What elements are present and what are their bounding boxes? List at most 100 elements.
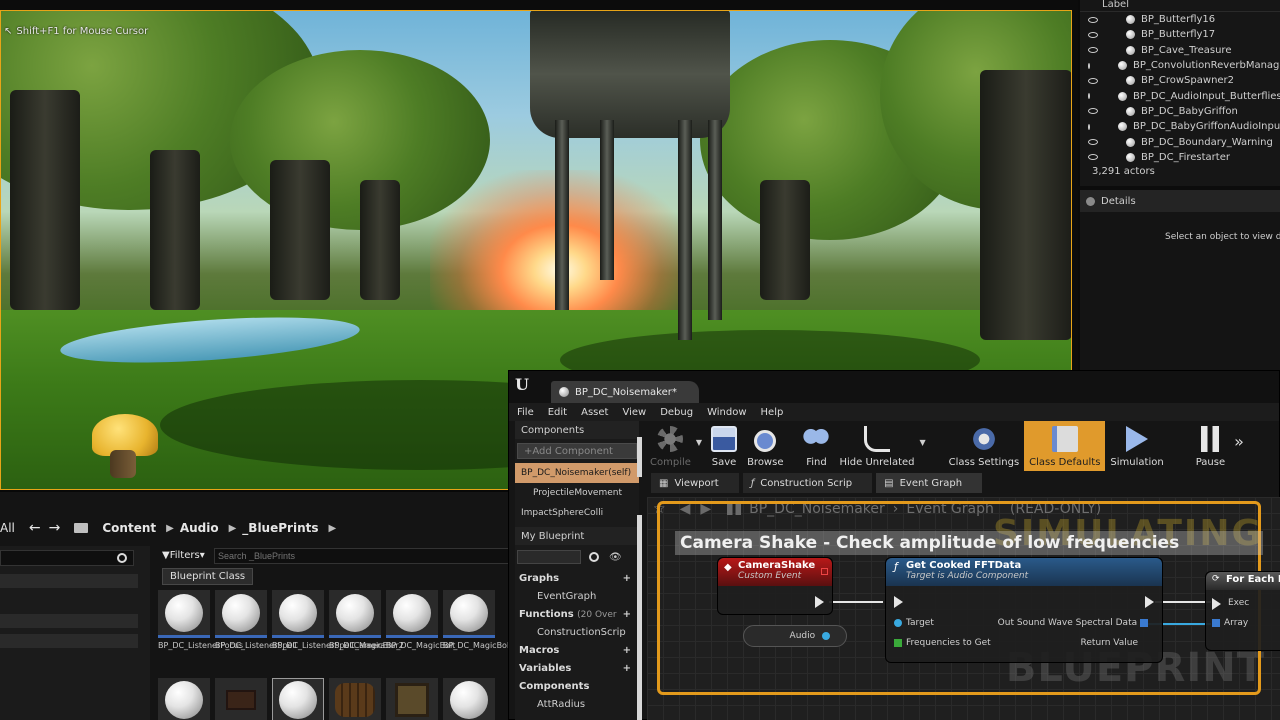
eye-icon[interactable] xyxy=(1088,77,1098,84)
toolbar-overflow-icon[interactable]: » xyxy=(1234,432,1244,451)
asset-tile[interactable]: BP_DC_MagicBolt xyxy=(386,590,455,680)
chevron-down-icon[interactable]: ▼ xyxy=(696,438,702,447)
variables-category[interactable]: Variables + xyxy=(515,659,639,677)
folder-row[interactable] xyxy=(0,614,138,628)
actor-row[interactable]: BP_Cave_Treasure xyxy=(1080,43,1280,58)
chevron-right-icon[interactable]: ▶ xyxy=(229,523,237,534)
functions-category[interactable]: Functions (20 Over + xyxy=(515,605,639,623)
event-graph-canvas[interactable]: SIMULATING BLUEPRINT ☆ ◀ ▶ BP_DC_Noisema… xyxy=(647,497,1280,720)
menu-item-debug[interactable]: Debug xyxy=(660,407,693,418)
menu-item-view[interactable]: View xyxy=(622,407,646,418)
folder-row[interactable] xyxy=(0,574,138,588)
delegate-pin-icon[interactable] xyxy=(821,568,828,575)
menu-item-file[interactable]: File xyxy=(517,407,534,418)
outliner-label-column[interactable]: Label xyxy=(1080,0,1280,12)
eye-icon[interactable] xyxy=(1088,154,1098,161)
my-blueprint-search[interactable]: 👁 xyxy=(517,549,637,565)
frequencies-pin[interactable]: Frequencies to Get xyxy=(894,638,991,648)
browse-button[interactable]: Browse xyxy=(742,421,788,471)
exec-input-pin[interactable] xyxy=(1212,598,1221,610)
tab-event-graph[interactable]: ▤ Event Graph xyxy=(876,473,983,493)
graphs-category[interactable]: Graphs + xyxy=(515,569,639,587)
find-button[interactable]: Find xyxy=(798,421,834,471)
asset-tile[interactable] xyxy=(443,678,495,720)
crumb-content[interactable]: Content xyxy=(102,521,156,535)
eye-icon[interactable] xyxy=(1088,93,1090,100)
chevron-right-icon[interactable]: ▶ xyxy=(329,523,337,534)
array-pin[interactable]: Array xyxy=(1212,618,1248,628)
add-icon[interactable]: + xyxy=(623,573,631,584)
component-item[interactable]: ProjectileMovement xyxy=(515,483,639,503)
asset-tile[interactable] xyxy=(272,678,324,720)
asset-tile[interactable]: BP_DC_MagicBlur2 xyxy=(329,590,404,680)
add-component-button[interactable]: +Add Component xyxy=(517,443,637,459)
actor-row[interactable]: BP_DC_Firestarter xyxy=(1080,150,1280,165)
class-defaults-button[interactable]: Class Defaults xyxy=(1024,421,1106,471)
spectral-data-pin[interactable]: Out Sound Wave Spectral Data xyxy=(998,618,1152,628)
eye-icon[interactable] xyxy=(1088,31,1098,38)
asset-tile[interactable]: BP_DC_ListenerSpell xyxy=(215,590,297,680)
custom-event-node[interactable]: ◆ CameraShake Custom Event xyxy=(717,557,833,615)
details-tab[interactable]: Details xyxy=(1080,190,1280,212)
eye-icon[interactable] xyxy=(1088,123,1090,130)
menu-item-help[interactable]: Help xyxy=(761,407,784,418)
actor-row[interactable]: BP_Butterfly16 xyxy=(1080,12,1280,27)
asset-tile[interactable] xyxy=(215,678,267,720)
crumb-blueprints[interactable]: _BluePrints xyxy=(242,521,318,535)
eye-icon[interactable] xyxy=(1088,47,1098,54)
search-icon[interactable] xyxy=(589,552,599,562)
actor-row[interactable]: BP_DC_Boundary_Warning xyxy=(1080,134,1280,149)
back-arrow-icon[interactable]: ← xyxy=(29,520,41,536)
asset-tile[interactable]: BP_DC_MagicBoltSpell xyxy=(443,590,532,680)
hide-unrelated-button[interactable]: Hide Unrelated xyxy=(834,421,919,471)
simulation-button[interactable]: Simulation xyxy=(1105,421,1168,471)
add-icon[interactable]: + xyxy=(623,645,631,656)
component-item-self[interactable]: BP_DC_Noisemaker(self) xyxy=(515,463,639,483)
chevron-down-icon[interactable]: ▼ xyxy=(920,438,926,447)
menu-item-edit[interactable]: Edit xyxy=(548,407,567,418)
actor-row[interactable]: BP_DC_BabyGriffonAudioInput xyxy=(1080,119,1280,134)
target-pin[interactable]: Target xyxy=(894,618,934,628)
component-item[interactable]: ImpactSphereColli xyxy=(515,503,639,523)
components-category[interactable]: Components xyxy=(515,677,639,695)
pause-button[interactable]: Pause xyxy=(1191,421,1230,471)
actor-row[interactable]: BP_CrowSpawner2 xyxy=(1080,73,1280,88)
add-icon[interactable]: + xyxy=(623,609,631,620)
blueprint-tab[interactable]: BP_DC_Noisemaker* xyxy=(551,381,699,403)
eye-icon[interactable] xyxy=(1088,62,1090,69)
class-settings-button[interactable]: Class Settings xyxy=(944,421,1025,471)
tab-construction-script[interactable]: ƒ Construction Scrip xyxy=(742,473,873,493)
return-value-pin[interactable]: Return Value xyxy=(1081,638,1138,648)
crumb-audio[interactable]: Audio xyxy=(180,521,219,535)
scrollbar[interactable] xyxy=(637,437,642,477)
asset-tile[interactable] xyxy=(386,678,438,720)
audio-variable-node[interactable]: Audio xyxy=(743,625,847,647)
filters-button[interactable]: ▼Filters▾ xyxy=(162,550,205,561)
filter-chip[interactable]: Blueprint Class xyxy=(162,568,254,585)
for-each-loop-node[interactable]: ⟳ For Each L Exec Array xyxy=(1205,571,1280,651)
asset-tile[interactable] xyxy=(329,678,381,720)
add-icon[interactable]: + xyxy=(623,663,631,674)
comment-box[interactable]: Camera Shake - Check amplitude of low fr… xyxy=(675,531,1263,555)
eye-icon[interactable] xyxy=(1088,139,1098,146)
function-node[interactable]: ƒ Get Cooked FFTData Target is Audio Com… xyxy=(885,557,1163,663)
asset-tile[interactable] xyxy=(158,678,210,720)
sources-label[interactable]: All xyxy=(0,521,15,535)
save-button[interactable]: Save xyxy=(706,421,742,471)
eye-icon[interactable]: 👁 xyxy=(609,552,622,563)
exec-output-pin[interactable] xyxy=(815,596,824,608)
asset-search-input[interactable] xyxy=(214,548,510,564)
my-blueprint-search-input[interactable] xyxy=(517,550,581,564)
folder-row[interactable] xyxy=(0,634,138,648)
menu-item-asset[interactable]: Asset xyxy=(581,407,608,418)
macros-category[interactable]: Macros + xyxy=(515,641,639,659)
asset-tile[interactable]: BP_DC_ListenerFocus xyxy=(158,590,243,680)
asset-tile[interactable]: BP_DC_ListenerSpellCamera xyxy=(272,590,385,680)
exec-output-pin[interactable] xyxy=(1145,596,1154,608)
actor-row[interactable]: BP_Butterfly17 xyxy=(1080,27,1280,42)
actor-row[interactable]: BP_DC_BabyGriffon xyxy=(1080,104,1280,119)
variable-item[interactable]: AttRadius xyxy=(515,695,639,713)
compile-button[interactable]: Compile xyxy=(645,421,696,471)
object-pin-icon[interactable] xyxy=(822,631,830,640)
eye-icon[interactable] xyxy=(1088,108,1098,115)
